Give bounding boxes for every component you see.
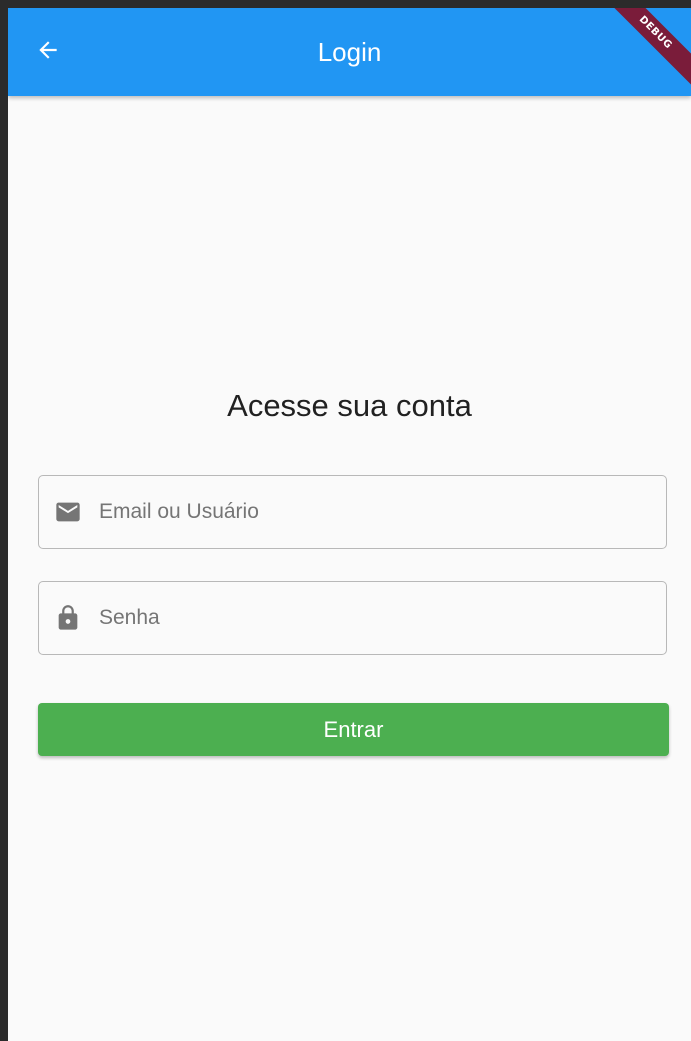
page-title: Login <box>317 36 382 67</box>
window-frame-left <box>0 0 8 1041</box>
window-frame-top <box>0 0 691 8</box>
app-screen: Login DEBUG Acesse sua conta Entrar <box>8 8 691 1041</box>
mail-icon <box>53 497 83 527</box>
email-input[interactable] <box>97 491 652 533</box>
arrow-back-icon <box>35 37 61 68</box>
password-input[interactable] <box>97 597 652 639</box>
password-field[interactable] <box>38 581 667 655</box>
login-heading: Acesse sua conta <box>227 388 472 423</box>
lock-icon <box>53 603 83 633</box>
app-bar: Login <box>8 8 691 96</box>
email-field[interactable] <box>38 475 667 549</box>
back-button[interactable] <box>28 32 68 72</box>
login-button[interactable]: Entrar <box>38 703 669 756</box>
